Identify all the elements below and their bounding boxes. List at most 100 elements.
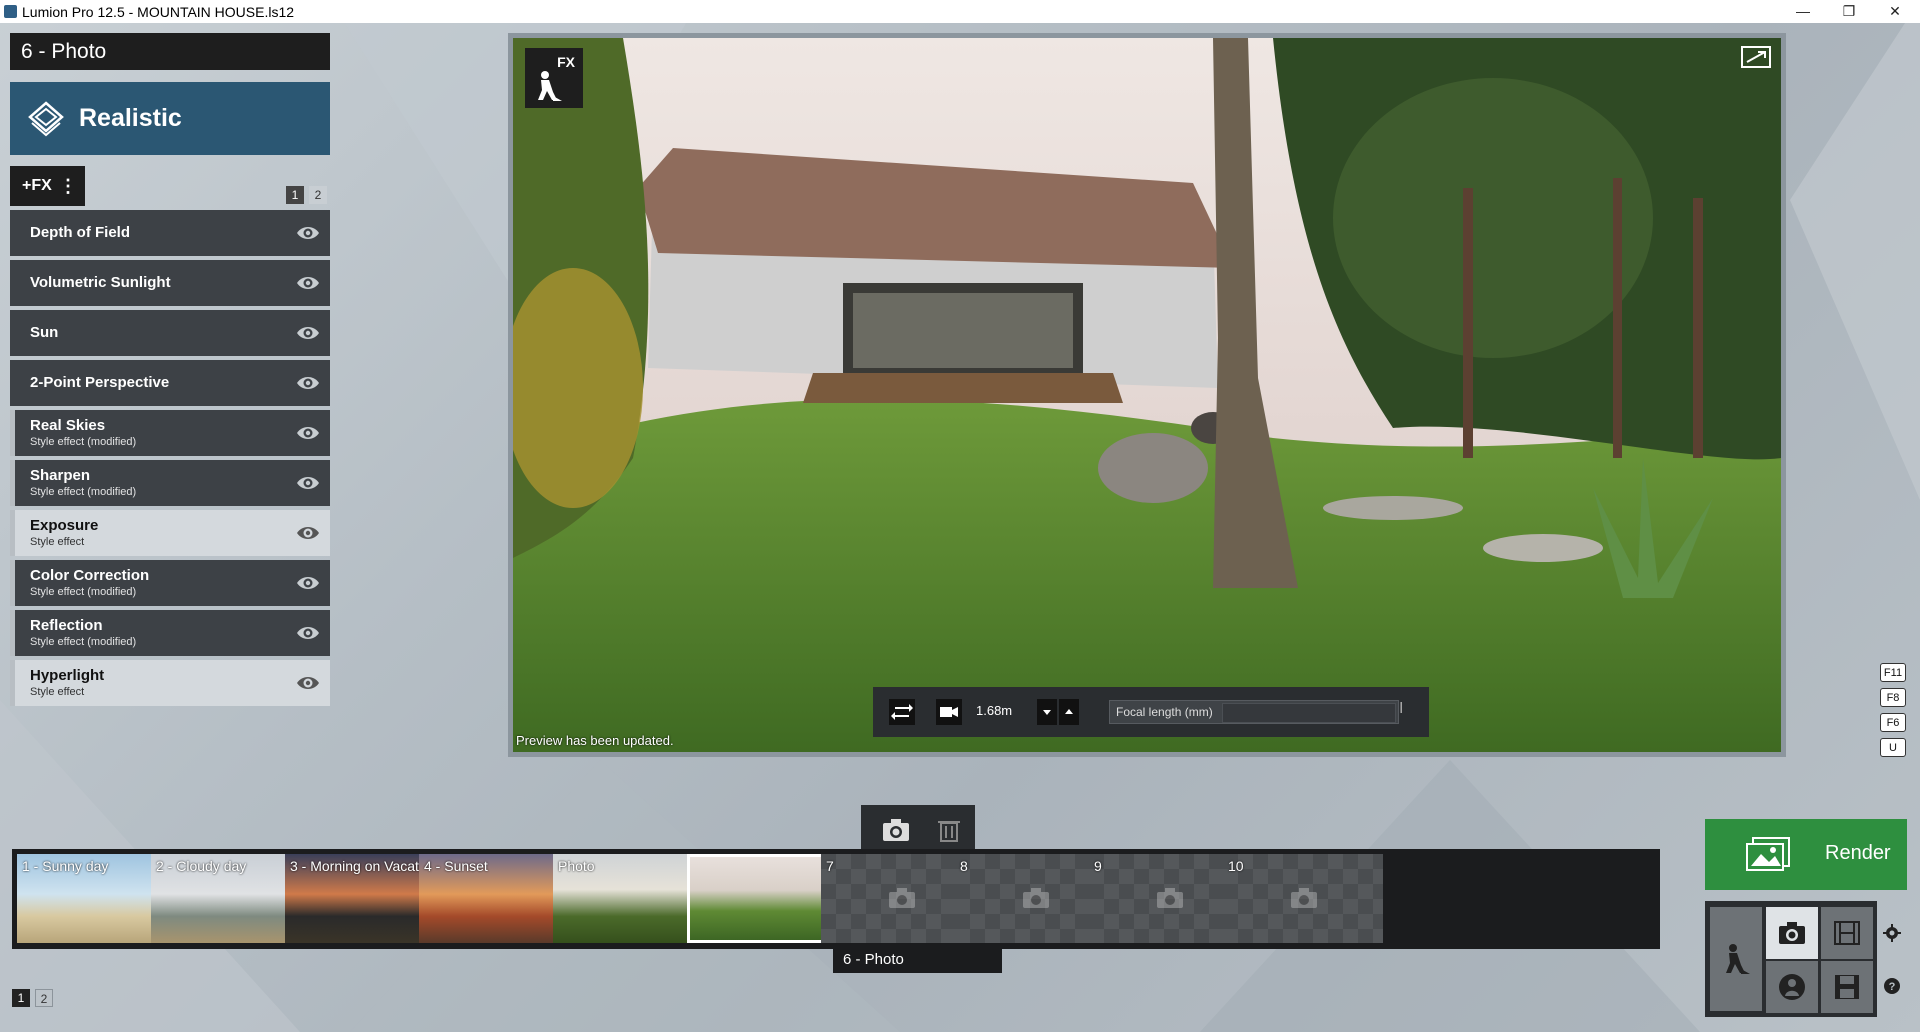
fx-name: Reflection	[30, 617, 103, 634]
filmstrip-page-1[interactable]: 1	[12, 989, 30, 1007]
height-down-button[interactable]	[1037, 699, 1057, 725]
save-button[interactable]	[1821, 961, 1873, 1013]
camera-icon	[1291, 888, 1317, 908]
fx-item[interactable]: Reflection Style effect (modified)	[10, 610, 330, 656]
slot-label: 2 - Cloudy day	[156, 858, 247, 874]
svg-text:?: ?	[1889, 981, 1896, 993]
fx-badge-label: FX	[557, 54, 575, 70]
title-bar: Lumion Pro 12.5 - MOUNTAIN HOUSE.ls12 — …	[0, 0, 1920, 23]
fx-name: 2-Point Perspective	[30, 374, 170, 391]
hotkey-f8[interactable]: F8	[1880, 688, 1906, 707]
filmstrip-page-2[interactable]: 2	[35, 989, 53, 1007]
style-effect-marker	[10, 560, 15, 606]
movie-mode-button[interactable]	[1821, 907, 1873, 959]
fx-item[interactable]: 2-Point Perspective	[10, 360, 330, 406]
fx-subtitle: Style effect (modified)	[30, 586, 137, 598]
fx-subtitle: Style effect (modified)	[30, 436, 137, 448]
worker-icon	[1726, 944, 1750, 974]
slot-label: 3 - Morning on Vacation	[290, 858, 438, 874]
fx-item[interactable]: Volumetric Sunlight	[10, 260, 330, 306]
style-effect-marker	[10, 510, 15, 556]
fx-page-2[interactable]: 2	[309, 186, 327, 204]
fx-item[interactable]: Depth of Field	[10, 210, 330, 256]
slot-label: 10	[1228, 858, 1244, 874]
fx-name: Real Skies	[30, 417, 106, 434]
text-cursor-icon: I	[1399, 700, 1404, 717]
style-label: Realistic	[79, 104, 182, 132]
visibility-eye-icon[interactable]	[296, 673, 320, 693]
render-label: Render	[1825, 842, 1891, 864]
settings-gear-icon[interactable]	[1883, 924, 1901, 942]
mode-panel	[1705, 901, 1877, 1017]
restore-button[interactable]: ❐	[1826, 0, 1872, 23]
visibility-eye-icon[interactable]	[296, 273, 320, 293]
fx-item[interactable]: Color Correction Style effect (modified)	[10, 560, 330, 606]
photo-name[interactable]: 6 - Photo	[10, 33, 330, 70]
hotkey-f6[interactable]: F6	[1880, 713, 1906, 732]
hotkey-f11[interactable]: F11	[1880, 663, 1906, 682]
visibility-eye-icon[interactable]	[296, 473, 320, 493]
selected-photo-label: 6 - Photo	[833, 946, 1002, 973]
fx-name: Depth of Field	[30, 224, 130, 241]
fullscreen-icon[interactable]	[1741, 46, 1771, 68]
visibility-eye-icon[interactable]	[296, 423, 320, 443]
fx-subtitle: Style effect	[30, 686, 85, 698]
build-mode-button[interactable]	[1710, 907, 1762, 1011]
camera-toolbar: 1.68m Focal length (mm) I	[873, 687, 1429, 737]
visibility-eye-icon[interactable]	[296, 523, 320, 543]
fx-item[interactable]: Exposure Style effect	[10, 510, 330, 556]
visibility-eye-icon[interactable]	[296, 323, 320, 343]
add-fx-label: +FX	[22, 177, 52, 194]
fx-subtitle: Style effect (modified)	[30, 486, 137, 498]
preview-viewport[interactable]: FX Preview has been updated. 1.68m Focal…	[508, 33, 1786, 757]
focal-length-slider[interactable]	[1222, 703, 1396, 723]
preview-status-text: Preview has been updated.	[516, 733, 674, 748]
arrow-up-icon	[1065, 709, 1073, 714]
fx-page-1[interactable]: 1	[286, 186, 304, 204]
style-banner[interactable]: Realistic	[10, 82, 330, 155]
camera-icon	[1157, 888, 1183, 908]
minimize-button[interactable]: —	[1780, 0, 1826, 23]
photo-mode-button[interactable]	[1766, 907, 1818, 959]
close-button[interactable]: ✕	[1872, 0, 1918, 23]
slot-label: Photo	[558, 858, 595, 874]
fx-mode-badge[interactable]: FX	[525, 48, 583, 108]
style-effect-marker	[10, 610, 15, 656]
help-icon[interactable]: ?	[1883, 977, 1901, 995]
add-fx-button[interactable]: +FX ⋮	[10, 166, 85, 206]
fx-name: Color Correction	[30, 567, 150, 584]
fx-name: Exposure	[30, 517, 99, 534]
fx-name: Volumetric Sunlight	[30, 274, 171, 291]
visibility-eye-icon[interactable]	[296, 573, 320, 593]
camera-height-value[interactable]: 1.68m	[976, 703, 1012, 718]
empty-photo-slot[interactable]: 10	[1223, 854, 1383, 943]
fx-item[interactable]: Hyperlight Style effect	[10, 660, 330, 706]
hotkey-u[interactable]: U	[1880, 738, 1906, 757]
render-button[interactable]: Render	[1705, 819, 1907, 890]
fx-item[interactable]: Sharpen Style effect (modified)	[10, 460, 330, 506]
worker-icon	[538, 71, 562, 101]
photo-filmstrip: 1 - Sunny day 2 - Cloudy day 3 - Morning o…	[12, 849, 1660, 949]
film-icon	[1834, 921, 1860, 945]
visibility-eye-icon[interactable]	[296, 623, 320, 643]
slot-label: 1 - Sunny day	[22, 858, 109, 874]
swap-camera-button[interactable]	[889, 699, 915, 725]
scene-preview-image	[513, 38, 1781, 752]
fx-item[interactable]: Sun	[10, 310, 330, 356]
panorama-mode-button[interactable]	[1766, 961, 1818, 1013]
visibility-eye-icon[interactable]	[296, 223, 320, 243]
fx-name: Sun	[30, 324, 59, 341]
visibility-eye-icon[interactable]	[296, 373, 320, 393]
slot-label: 8	[960, 858, 968, 874]
focal-length-field[interactable]: Focal length (mm)	[1109, 700, 1399, 724]
fx-name: Sharpen	[30, 467, 91, 484]
fx-subtitle: Style effect (modified)	[30, 636, 137, 648]
fx-item[interactable]: Real Skies Style effect (modified)	[10, 410, 330, 456]
take-photo-button[interactable]	[881, 817, 911, 843]
arrow-down-icon	[1043, 710, 1051, 715]
height-up-button[interactable]	[1059, 699, 1079, 725]
camera-height-button[interactable]	[936, 699, 962, 725]
delete-photo-button[interactable]	[935, 815, 965, 845]
more-options-icon[interactable]: ⋮	[59, 166, 77, 206]
layers-icon	[28, 101, 64, 137]
